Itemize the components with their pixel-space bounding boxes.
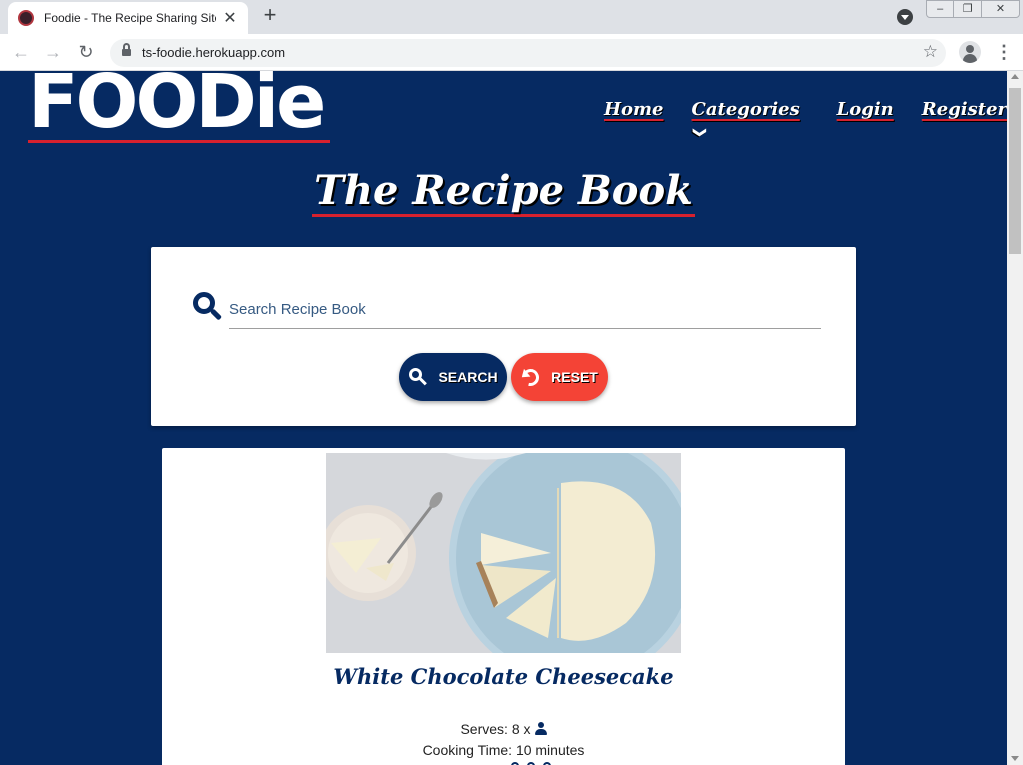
scroll-up-arrow-icon[interactable] bbox=[1011, 74, 1019, 79]
bookmark-star-icon[interactable]: ☆ bbox=[923, 42, 938, 62]
lock-icon bbox=[122, 43, 131, 57]
reset-button[interactable]: RESET bbox=[511, 353, 608, 401]
browser-menu-icon[interactable]: ⋮ bbox=[995, 41, 1013, 63]
search-button-label: SEARCH bbox=[438, 369, 498, 385]
search-input[interactable] bbox=[229, 291, 821, 329]
reload-icon[interactable]: ↻ bbox=[75, 41, 97, 63]
tab-search-icon[interactable] bbox=[897, 9, 913, 25]
nav-login-link[interactable]: Login bbox=[837, 99, 894, 141]
search-icon bbox=[193, 292, 223, 322]
restore-button[interactable]: ❐ bbox=[954, 1, 982, 17]
site-logo[interactable]: FOODie bbox=[28, 71, 330, 143]
search-button-icon bbox=[408, 367, 428, 387]
recipe-card[interactable]: White Chocolate Cheesecake Serves: 8 x C… bbox=[162, 448, 845, 765]
scroll-thumb[interactable] bbox=[1009, 88, 1021, 254]
minimize-button[interactable]: – bbox=[927, 1, 955, 17]
nav-register-link[interactable]: Register bbox=[922, 99, 1007, 141]
page-viewport: FOODie Home Categories ❯ Login Register T… bbox=[0, 71, 1007, 765]
browser-toolbar: ← → ↻ ts-foodie.herokuapp.com ☆ ⋮ bbox=[0, 34, 1023, 71]
recipe-cooking-time: Cooking Time: 10 minutes bbox=[162, 742, 845, 758]
window-controls: – ❐ ✕ bbox=[926, 0, 1020, 18]
serves-label: Serves: bbox=[460, 721, 508, 737]
url-text[interactable]: ts-foodie.herokuapp.com bbox=[142, 45, 285, 60]
address-bar[interactable]: ts-foodie.herokuapp.com ☆ bbox=[110, 39, 946, 67]
scroll-down-arrow-icon[interactable] bbox=[1011, 756, 1019, 761]
site-favicon-icon bbox=[18, 10, 34, 26]
search-card: SEARCH RESET bbox=[151, 247, 856, 426]
chevron-down-icon: ❯ bbox=[691, 127, 707, 138]
nav-home-link[interactable]: Home bbox=[604, 99, 664, 141]
forward-arrow-icon[interactable]: → bbox=[42, 41, 64, 63]
logo-text: FOODie bbox=[28, 71, 326, 145]
logo-underline bbox=[28, 140, 330, 143]
recipe-title[interactable]: White Chocolate Cheesecake bbox=[162, 664, 845, 689]
undo-icon bbox=[518, 365, 543, 390]
nav-categories-link[interactable]: Categories ❯ bbox=[691, 99, 809, 141]
page-title-wrap: The Recipe Book bbox=[0, 167, 1007, 217]
page-scrollbar[interactable] bbox=[1007, 71, 1023, 765]
reset-button-label: RESET bbox=[551, 369, 598, 385]
nav-categories-label: Categories bbox=[691, 99, 800, 120]
tab-close-icon[interactable]: ✕ bbox=[222, 8, 238, 28]
page-title: The Recipe Book bbox=[312, 167, 695, 217]
search-button[interactable]: SEARCH bbox=[399, 353, 507, 401]
recipe-serves: Serves: 8 x bbox=[162, 721, 845, 737]
browser-tab[interactable]: Foodie - The Recipe Sharing Site ✕ bbox=[8, 2, 248, 34]
browser-tabstrip: Foodie - The Recipe Sharing Site ✕ + – ❐… bbox=[0, 0, 1023, 34]
new-tab-button[interactable]: + bbox=[258, 4, 282, 28]
cooking-time-label: Cooking Time: bbox=[422, 742, 513, 758]
main-nav: Home Categories ❯ Login Register bbox=[604, 99, 1007, 141]
serves-value: 8 x bbox=[511, 721, 531, 737]
tab-title: Foodie - The Recipe Sharing Site bbox=[44, 11, 216, 25]
profile-avatar-icon[interactable] bbox=[959, 41, 981, 63]
cooking-time-value: 10 minutes bbox=[515, 742, 585, 758]
person-icon bbox=[534, 722, 547, 735]
close-window-button[interactable]: ✕ bbox=[982, 1, 1019, 17]
back-arrow-icon[interactable]: ← bbox=[10, 41, 32, 63]
recipe-image[interactable] bbox=[326, 453, 681, 653]
